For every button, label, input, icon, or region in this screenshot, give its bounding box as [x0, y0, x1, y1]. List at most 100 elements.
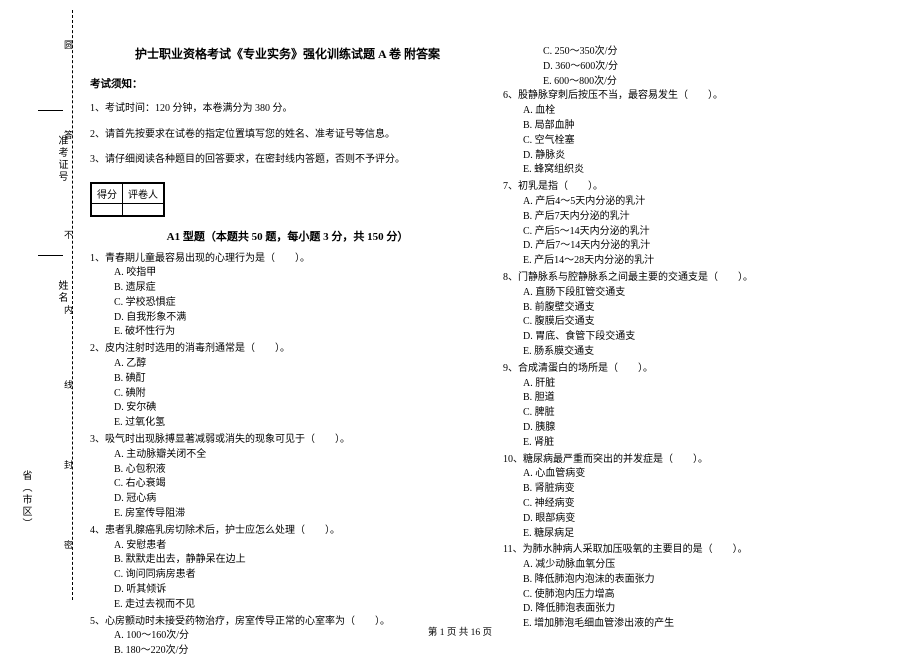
option: E. 糖尿病足 — [503, 527, 898, 542]
option: E. 破坏性行为 — [90, 325, 485, 340]
option: C. 神经病变 — [503, 497, 898, 512]
section-title: A1 型题（本题共 50 题，每小题 3 分，共 150 分） — [90, 228, 485, 244]
sidebar-label-name: 姓名 — [54, 280, 69, 304]
question: 2、皮内注射时选用的消毒剂通常是（ ）。A. 乙醇B. 碘酊C. 碘附D. 安尔… — [90, 342, 485, 431]
right-column: C. 250～350次/分 D. 360～600次/分 E. 600～800次/… — [503, 45, 898, 661]
question: 4、患者乳腺癌乳房切除术后，护士应怎么处理（ ）。A. 安慰患者B. 默默走出去… — [90, 524, 485, 613]
question: 9、合成清蛋白的场所是（ ）。A. 肝脏B. 胆道C. 脾脏D. 胰腺E. 肾脏 — [503, 362, 898, 451]
question: 6、股静脉穿刺后按压不当，最容易发生（ ）。A. 血栓B. 局部血肿C. 空气栓… — [503, 89, 898, 178]
option: D. 冠心病 — [90, 492, 485, 507]
grader-label: 评卷人 — [123, 183, 164, 203]
option: B. 局部血肿 — [503, 119, 898, 134]
sidebar-mark: 线 — [62, 380, 75, 394]
option: C. 空气栓塞 — [503, 134, 898, 149]
option: B. 产后7天内分泌的乳汁 — [503, 210, 898, 225]
option: A. 减少动脉血氧分压 — [503, 558, 898, 573]
sidebar-mark: 封 — [62, 460, 75, 474]
option: E. 600～800次/分 — [523, 75, 898, 90]
page-footer: 第 1 页 共 16 页 — [0, 624, 920, 638]
option: C. 询问同病房患者 — [90, 568, 485, 583]
option: D. 安尔碘 — [90, 401, 485, 416]
sidebar-label-region: 省（市区） — [18, 470, 33, 530]
option: C. 产后5～14天内分泌的乳汁 — [503, 225, 898, 240]
option: D. 胃底、食管下段交通支 — [503, 330, 898, 345]
option: E. 走过去视而不见 — [90, 598, 485, 613]
option: E. 肾脏 — [503, 436, 898, 451]
option: D. 产后7～14天内分泌的乳汁 — [503, 239, 898, 254]
option: B. 肾脏病变 — [503, 482, 898, 497]
exam-title: 护士职业资格考试《专业实务》强化训练试题 A 卷 附答案 — [90, 45, 485, 62]
question-text: 4、患者乳腺癌乳房切除术后，护士应怎么处理（ ）。 — [90, 524, 485, 539]
fill-line — [38, 110, 63, 111]
notice-heading: 考试须知： — [90, 76, 485, 91]
option: E. 蜂窝组织炎 — [503, 163, 898, 178]
option: A. 安慰患者 — [90, 539, 485, 554]
question-text: 10、糖尿病最严重而突出的并发症是（ ）。 — [503, 453, 898, 468]
score-cell — [92, 203, 123, 215]
left-column: 护士职业资格考试《专业实务》强化训练试题 A 卷 附答案 考试须知： 1、考试时… — [90, 45, 485, 661]
option: A. 直肠下段肛管交通支 — [503, 286, 898, 301]
option: A. 产后4～5天内分泌的乳汁 — [503, 195, 898, 210]
question: 3、吸气时出现脉搏显著减弱或消失的现象可见于（ ）。A. 主动脉瓣关闭不全B. … — [90, 433, 485, 522]
sidebar-mark: 内 — [62, 305, 75, 319]
question-text: 9、合成清蛋白的场所是（ ）。 — [503, 362, 898, 377]
question-text: 7、初乳是指（ ）。 — [503, 180, 898, 195]
option: E. 产后14～28天内分泌的乳汁 — [503, 254, 898, 269]
main-content: 护士职业资格考试《专业实务》强化训练试题 A 卷 附答案 考试须知： 1、考试时… — [90, 45, 900, 661]
option: B. 遗尿症 — [90, 281, 485, 296]
option: D. 降低肺泡表面张力 — [503, 602, 898, 617]
sidebar-label-examid: 准考证号 — [54, 135, 69, 183]
option: B. 180～220次/分 — [90, 644, 485, 659]
fill-line — [38, 255, 63, 256]
question-text: 11、为肺水肿病人采取加压吸氧的主要目的是（ ）。 — [503, 543, 898, 558]
option: B. 心包积液 — [90, 463, 485, 478]
option: B. 降低肺泡内泡沫的表面张力 — [503, 573, 898, 588]
question-text: 2、皮内注射时选用的消毒剂通常是（ ）。 — [90, 342, 485, 357]
option: D. 360～600次/分 — [523, 60, 898, 75]
option: C. 250～350次/分 — [523, 45, 898, 60]
option: A. 心血管病变 — [503, 467, 898, 482]
left-questions-container: 1、青春期儿童最容易出现的心理行为是（ ）。A. 咬指甲B. 遗尿症C. 学校恐… — [90, 252, 485, 660]
option: E. 房室传导阻滞 — [90, 507, 485, 522]
option: B. 胆道 — [503, 391, 898, 406]
option: C. 右心衰竭 — [90, 477, 485, 492]
score-table: 得分 评卷人 — [90, 182, 165, 217]
question-text: 1、青春期儿童最容易出现的心理行为是（ ）。 — [90, 252, 485, 267]
right-questions-container: 6、股静脉穿刺后按压不当，最容易发生（ ）。A. 血栓B. 局部血肿C. 空气栓… — [503, 89, 898, 632]
grader-cell — [123, 203, 164, 215]
option: B. 前腹壁交通支 — [503, 301, 898, 316]
option: E. 肠系膜交通支 — [503, 345, 898, 360]
sidebar-mark: 密 — [62, 540, 75, 554]
option: D. 听其倾诉 — [90, 583, 485, 598]
option: C. 腹膜后交通支 — [503, 315, 898, 330]
notice-item: 1、考试时间：120 分钟，本卷满分为 380 分。 — [90, 101, 485, 117]
question-text: 8、门静脉系与腔静脉系之间最主要的交通支是（ ）。 — [503, 271, 898, 286]
option: E. 过氧化氢 — [90, 416, 485, 431]
option: D. 静脉炎 — [503, 149, 898, 164]
option: A. 乙醇 — [90, 357, 485, 372]
option: D. 眼部病变 — [503, 512, 898, 527]
question: 7、初乳是指（ ）。A. 产后4～5天内分泌的乳汁B. 产后7天内分泌的乳汁C.… — [503, 180, 898, 269]
option: A. 血栓 — [503, 104, 898, 119]
notice-item: 3、请仔细阅读各种题目的回答要求，在密封线内答题，否则不予评分。 — [90, 152, 485, 168]
q5-continued-options: C. 250～350次/分 D. 360～600次/分 E. 600～800次/… — [503, 45, 898, 89]
question-text: 3、吸气时出现脉搏显著减弱或消失的现象可见于（ ）。 — [90, 433, 485, 448]
option: A. 肝脏 — [503, 377, 898, 392]
option: C. 使肺泡内压力增高 — [503, 588, 898, 603]
sidebar-mark: 圆 — [62, 40, 75, 54]
score-label: 得分 — [92, 183, 123, 203]
question-text: 6、股静脉穿刺后按压不当，最容易发生（ ）。 — [503, 89, 898, 104]
sidebar-mark: 不 — [62, 230, 75, 244]
option: D. 胰腺 — [503, 421, 898, 436]
sidebar-vertical-area: 圆 答 不 内 线 封 密 准考证号 姓名 省（市区） — [0, 0, 80, 600]
question: 1、青春期儿童最容易出现的心理行为是（ ）。A. 咬指甲B. 遗尿症C. 学校恐… — [90, 252, 485, 341]
option: B. 默默走出去，静静呆在边上 — [90, 553, 485, 568]
notice-item: 2、请首先按要求在试卷的指定位置填写您的姓名、准考证号等信息。 — [90, 127, 485, 143]
option: A. 主动脉瓣关闭不全 — [90, 448, 485, 463]
option: C. 脾脏 — [503, 406, 898, 421]
option: A. 咬指甲 — [90, 266, 485, 281]
option: D. 自我形象不满 — [90, 311, 485, 326]
option: C. 学校恐惧症 — [90, 296, 485, 311]
question: 8、门静脉系与腔静脉系之间最主要的交通支是（ ）。A. 直肠下段肛管交通支B. … — [503, 271, 898, 360]
option: C. 碘附 — [90, 387, 485, 402]
